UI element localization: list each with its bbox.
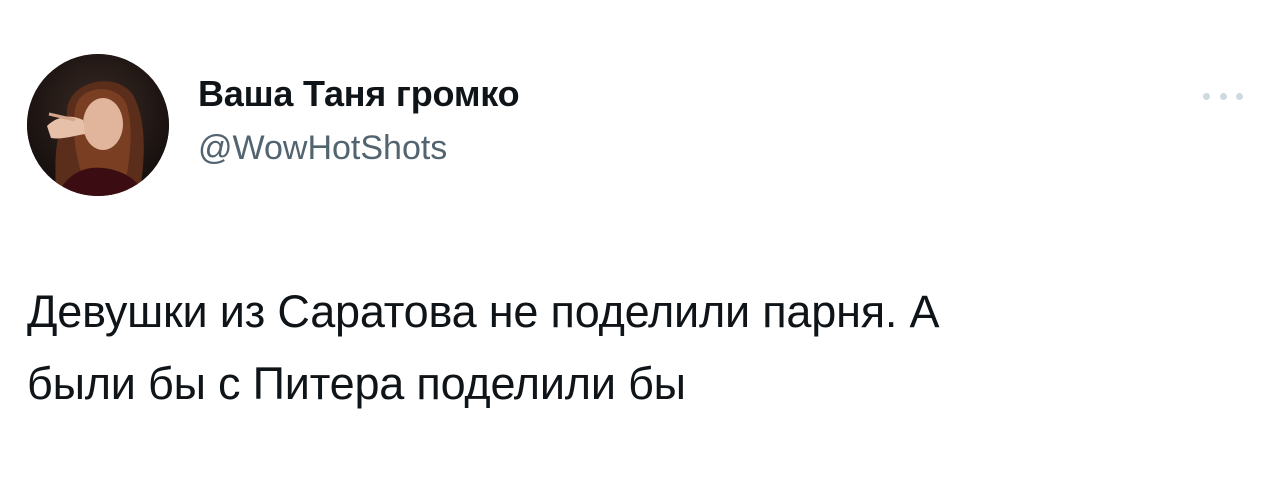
author-info: Ваша Таня громко @WowHotShots: [198, 72, 520, 168]
author-display-name[interactable]: Ваша Таня громко: [198, 72, 520, 116]
author-avatar[interactable]: [27, 54, 169, 196]
more-dot-icon: [1219, 92, 1227, 100]
author-handle[interactable]: @WowHotShots: [198, 128, 519, 168]
avatar-photo-icon: [27, 54, 169, 196]
more-options-button[interactable]: [1203, 84, 1243, 108]
more-dot-icon: [1203, 92, 1210, 100]
more-dot-icon: [1236, 92, 1243, 100]
tweet-card: Ваша Таня громко @WowHotShots Девушки из…: [0, 0, 1261, 481]
tweet-text: Девушки из Саратова не поделили парня. А…: [27, 286, 940, 409]
